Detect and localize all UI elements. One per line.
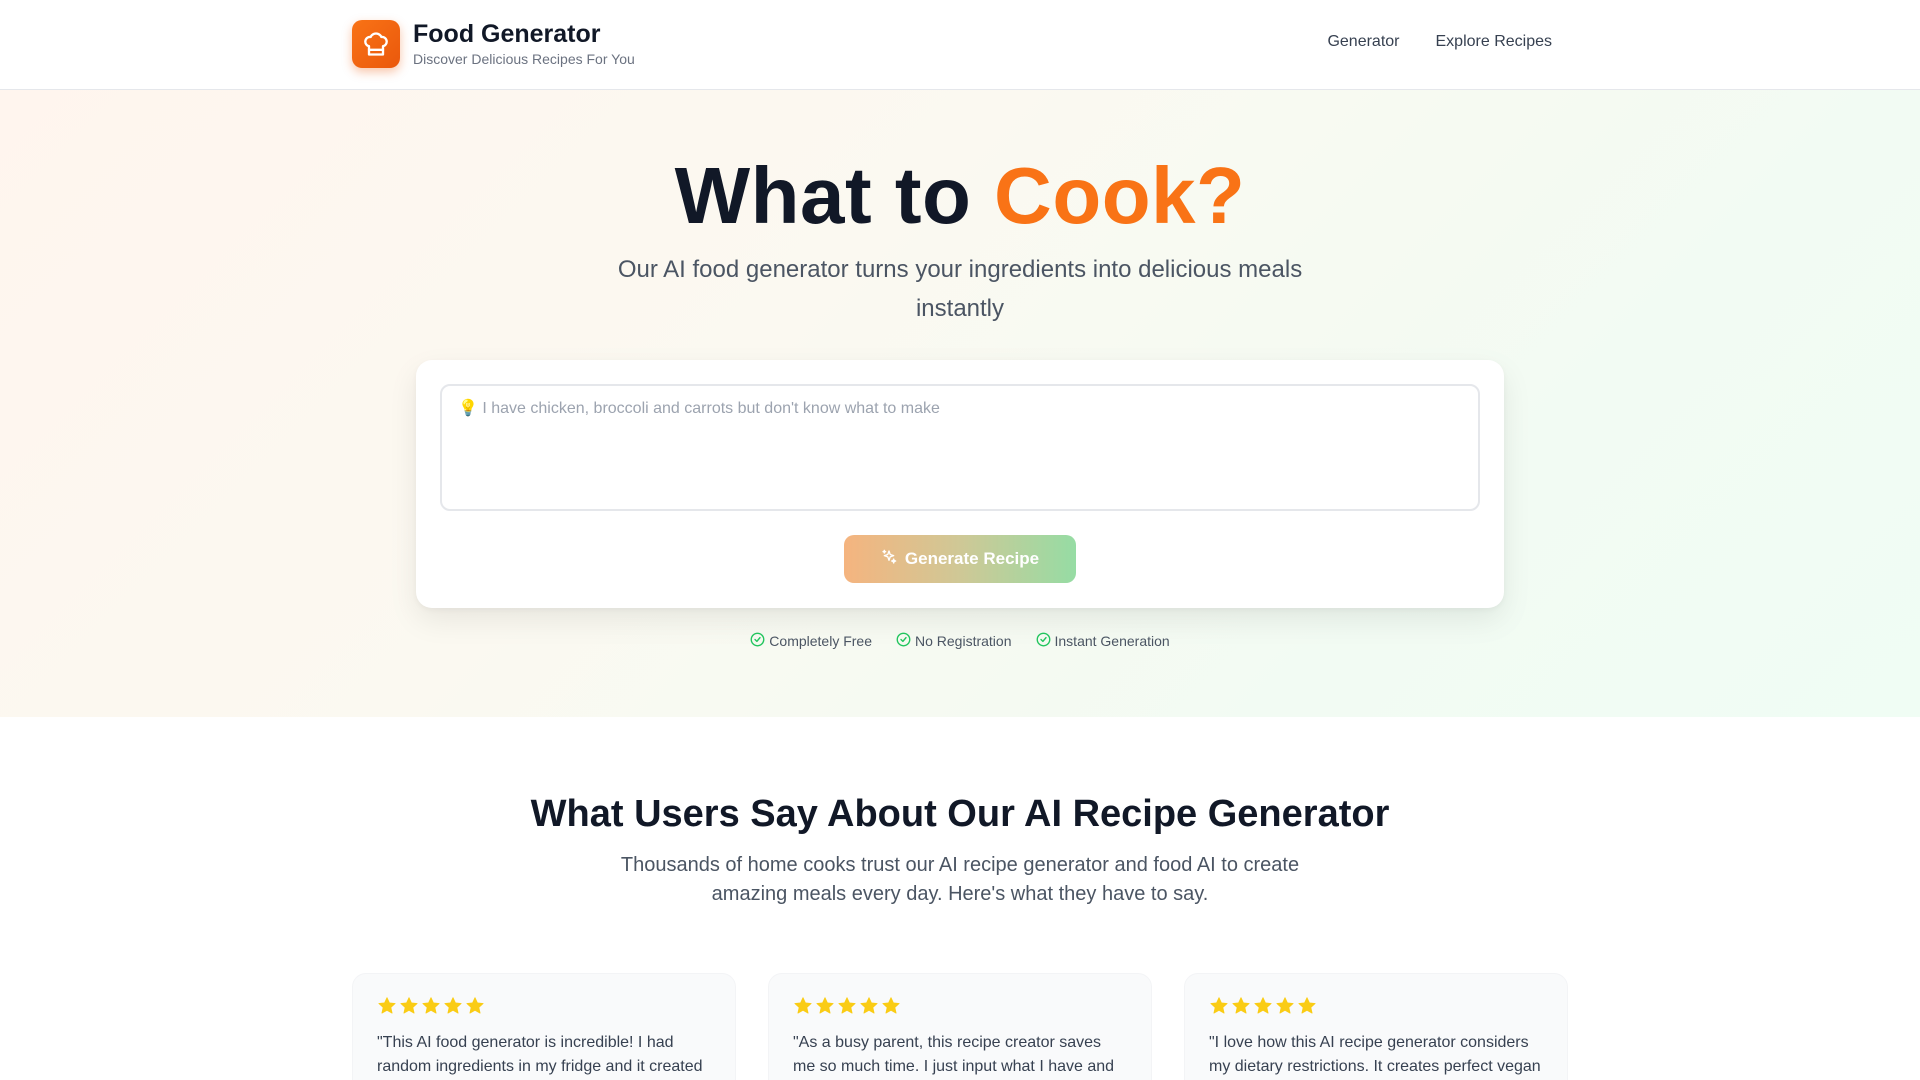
star-icon xyxy=(422,997,440,1014)
feature-item: No Registration xyxy=(896,632,1012,650)
testimonial-text: "I love how this AI recipe generator con… xyxy=(1209,1034,1541,1075)
star-icon xyxy=(466,997,484,1014)
hero-section: What to Cook? Our AI food generator turn… xyxy=(0,90,1920,717)
star-icon xyxy=(378,997,396,1014)
star-icon xyxy=(444,997,462,1014)
chef-hat-icon xyxy=(352,20,400,68)
nav-generator-link[interactable]: Generator xyxy=(1327,33,1399,51)
testimonial-text: "As a busy parent, this recipe creator s… xyxy=(793,1034,1115,1075)
feature-list: Completely Free No Registration Instant … xyxy=(0,632,1920,650)
feature-label: No Registration xyxy=(915,633,1012,649)
hero-subtitle: Our AI food generator turns your ingredi… xyxy=(617,256,1303,322)
star-icon xyxy=(1210,997,1228,1014)
star-icon xyxy=(816,997,834,1014)
feature-label: Instant Generation xyxy=(1054,633,1170,649)
app-title: Food Generator xyxy=(413,20,601,48)
feature-item: Completely Free xyxy=(750,632,872,650)
check-circle-icon xyxy=(896,632,911,650)
generate-recipe-label: Generate Recipe xyxy=(904,549,1040,568)
hero-title-main: What to xyxy=(674,151,995,240)
testimonial-card: "This AI food generator is incredible! I… xyxy=(352,973,736,1080)
testimonial-card: "As a busy parent, this recipe creator s… xyxy=(768,973,1152,1080)
star-icon xyxy=(1232,997,1250,1014)
sparkles-icon xyxy=(881,549,897,570)
site-header: Food Generator Discover Delicious Recipe… xyxy=(0,0,1920,90)
app-tagline: Discover Delicious Recipes For You xyxy=(413,51,635,67)
star-rating xyxy=(1209,996,1543,1018)
testimonials-title: What Users Say About Our AI Recipe Gener… xyxy=(530,793,1390,835)
ingredients-input-wrapper xyxy=(440,384,1480,511)
star-rating xyxy=(793,996,1127,1018)
star-rating xyxy=(377,996,711,1018)
hero-title-accent: Cook? xyxy=(994,151,1246,240)
star-icon xyxy=(1298,997,1316,1014)
star-icon xyxy=(860,997,878,1014)
feature-label: Completely Free xyxy=(769,633,872,649)
generate-recipe-button[interactable]: Generate Recipe xyxy=(844,535,1076,583)
hero-title: What to Cook? xyxy=(0,146,1920,246)
brand[interactable]: Food Generator Discover Delicious Recipe… xyxy=(352,20,635,68)
testimonial-text: "This AI food generator is incredible! I… xyxy=(377,1034,703,1075)
star-icon xyxy=(1276,997,1294,1014)
ingredients-input[interactable] xyxy=(442,386,1478,509)
testimonial-card: "I love how this AI recipe generator con… xyxy=(1184,973,1568,1080)
testimonials-subtitle: Thousands of home cooks trust our AI rec… xyxy=(620,854,1300,905)
feature-item: Instant Generation xyxy=(1036,632,1170,650)
generator-card: Generate Recipe xyxy=(416,360,1504,608)
main-nav: Generator Explore Recipes xyxy=(1327,33,1552,51)
nav-explore-recipes-link[interactable]: Explore Recipes xyxy=(1436,33,1553,51)
star-icon xyxy=(400,997,418,1014)
star-icon xyxy=(794,997,812,1014)
star-icon xyxy=(838,997,856,1014)
star-icon xyxy=(882,997,900,1014)
check-circle-icon xyxy=(750,632,765,650)
check-circle-icon xyxy=(1036,632,1051,650)
star-icon xyxy=(1254,997,1272,1014)
